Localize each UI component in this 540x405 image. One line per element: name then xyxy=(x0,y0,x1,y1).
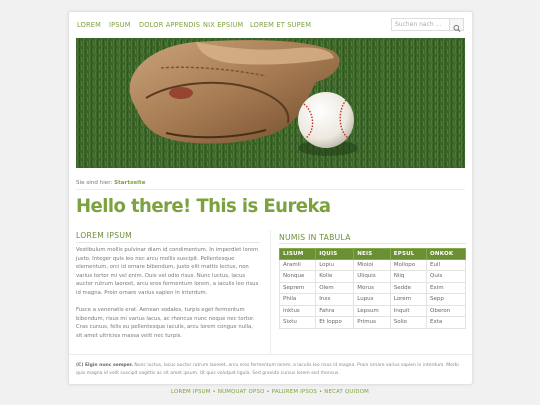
table-row: Aramli Lopiu Mioioi Mollopo Eull xyxy=(278,258,466,271)
main-nav: LOREM IPSUM DOLOR APPENDIS NIX EPSIUM LO… xyxy=(69,12,472,38)
table-cell: Aramli xyxy=(278,258,317,271)
breadcrumb-prefix: Sie sind hier: xyxy=(76,180,113,186)
page-title: Hello there! This is Eureka xyxy=(76,195,331,217)
breadcrumb-current-link[interactable]: Startseite xyxy=(114,180,145,186)
table-cell: Sedde xyxy=(389,281,428,294)
table-header-cell: EPSUL xyxy=(389,248,428,260)
page-container: LOREM IPSUM DOLOR APPENDIS NIX EPSIUM LO… xyxy=(68,11,473,385)
table-cell: Lepsum xyxy=(353,304,391,317)
table-row: Nonque Kolle Uliquis Niiq Quis xyxy=(278,270,466,283)
table-cell: Et loppo xyxy=(315,316,355,329)
table-cell: Solio xyxy=(389,316,428,329)
hero-image-baseball-glove xyxy=(76,38,465,168)
table-cell: Sixtu xyxy=(278,316,317,329)
table-cell: Inquit xyxy=(389,304,428,317)
bottom-link-bar: LOREM IPSUM • NUMQUAT OPSO • PALUREM IPS… xyxy=(171,389,369,395)
table-cell: Inktus xyxy=(278,304,317,317)
bottom-link-necat-quidom[interactable]: NECAT QUIDOM xyxy=(324,389,369,395)
table-cell: Kolle xyxy=(315,270,355,283)
table-cell: Lorem xyxy=(389,293,428,306)
table-cell: Uliquis xyxy=(353,270,391,283)
table-cell: Quis xyxy=(426,270,466,283)
data-table: LISUM IQUIS NEIS EPSUL ONKOK Aramli Lopi… xyxy=(278,248,466,329)
table-row: Phila Inxs Lupus Lorem Sepp xyxy=(278,293,466,306)
table-cell: Oberon xyxy=(426,304,466,317)
divider xyxy=(76,242,260,243)
bottom-link-palurem-ipsos[interactable]: PALUREM IPSOS xyxy=(272,389,317,395)
table-cell: Mioioi xyxy=(353,258,391,271)
table-cell: Exta xyxy=(426,316,466,329)
paragraph: Fusce a venenatis erat. Aenean sodales, … xyxy=(76,307,255,339)
divider xyxy=(279,243,466,244)
table-header-cell: IQUIS xyxy=(315,248,355,260)
nav-item-lorem-et-supem[interactable]: LOREM ET SUPEM xyxy=(250,21,311,29)
table-header-row: LISUM IQUIS NEIS EPSUL ONKOK xyxy=(278,248,466,260)
table-cell: Mollopo xyxy=(389,258,428,271)
table-cell: Fahra xyxy=(315,304,355,317)
paragraph: Vestibulum mollis pulvinar diam id condi… xyxy=(76,247,259,296)
table-row: Inktus Fahra Lepsum Inquit Oberon xyxy=(278,304,466,317)
right-section-title: NUMIS IN TABULA xyxy=(279,233,351,242)
table-cell: Lupus xyxy=(353,293,391,306)
divider xyxy=(76,189,465,190)
footer-divider xyxy=(69,354,472,355)
table-row: Sixtu Et loppo Primus Solio Exta xyxy=(278,316,466,329)
bottom-link-numquat-opso[interactable]: NUMQUAT OPSO xyxy=(218,389,265,395)
table-cell: Olem xyxy=(315,281,355,294)
bottom-link-lorem-ipsum[interactable]: LOREM IPSUM xyxy=(171,389,211,395)
footer-copyright: (C) Elgin nunc semper. xyxy=(76,363,133,368)
nav-item-ipsum[interactable]: IPSUM xyxy=(109,21,131,29)
footer-body: Nunc luctus, lacus auctor rutrum laoreet… xyxy=(76,363,459,376)
table-cell: Niiq xyxy=(389,270,428,283)
nav-item-dolor-appendis[interactable]: DOLOR APPENDIS xyxy=(139,21,200,29)
table-row: Seprem Olem Morus Sedde Exim xyxy=(278,281,466,294)
table-cell: Inxs xyxy=(315,293,355,306)
table-cell: Sepp xyxy=(426,293,466,306)
table-cell: Exim xyxy=(426,281,466,294)
table-header-cell: NEIS xyxy=(353,248,391,260)
table-cell: Eull xyxy=(426,258,466,271)
table-cell: Phila xyxy=(278,293,317,306)
footer-text: (C) Elgin nunc semper. Nunc luctus, lacu… xyxy=(76,362,468,378)
left-section-title: LOREM IPSUM xyxy=(76,231,133,240)
table-header-cell: LISUM xyxy=(278,248,317,260)
column-divider xyxy=(270,230,271,354)
table-cell: Morus xyxy=(353,281,391,294)
search-input[interactable] xyxy=(392,19,450,30)
nav-item-lorem[interactable]: LOREM xyxy=(77,21,101,29)
table-cell: Nonque xyxy=(278,270,317,283)
table-cell: Primus xyxy=(353,316,391,329)
table-cell: Lopiu xyxy=(315,258,355,271)
search-icon xyxy=(453,24,461,32)
search-box xyxy=(391,18,464,32)
breadcrumb: Sie sind hier: Startseite xyxy=(76,180,146,186)
table-cell: Seprem xyxy=(278,281,317,294)
nav-item-nix-epsium[interactable]: NIX EPSIUM xyxy=(203,21,243,29)
table-header-cell: ONKOK xyxy=(426,248,466,260)
search-button[interactable] xyxy=(449,19,463,32)
